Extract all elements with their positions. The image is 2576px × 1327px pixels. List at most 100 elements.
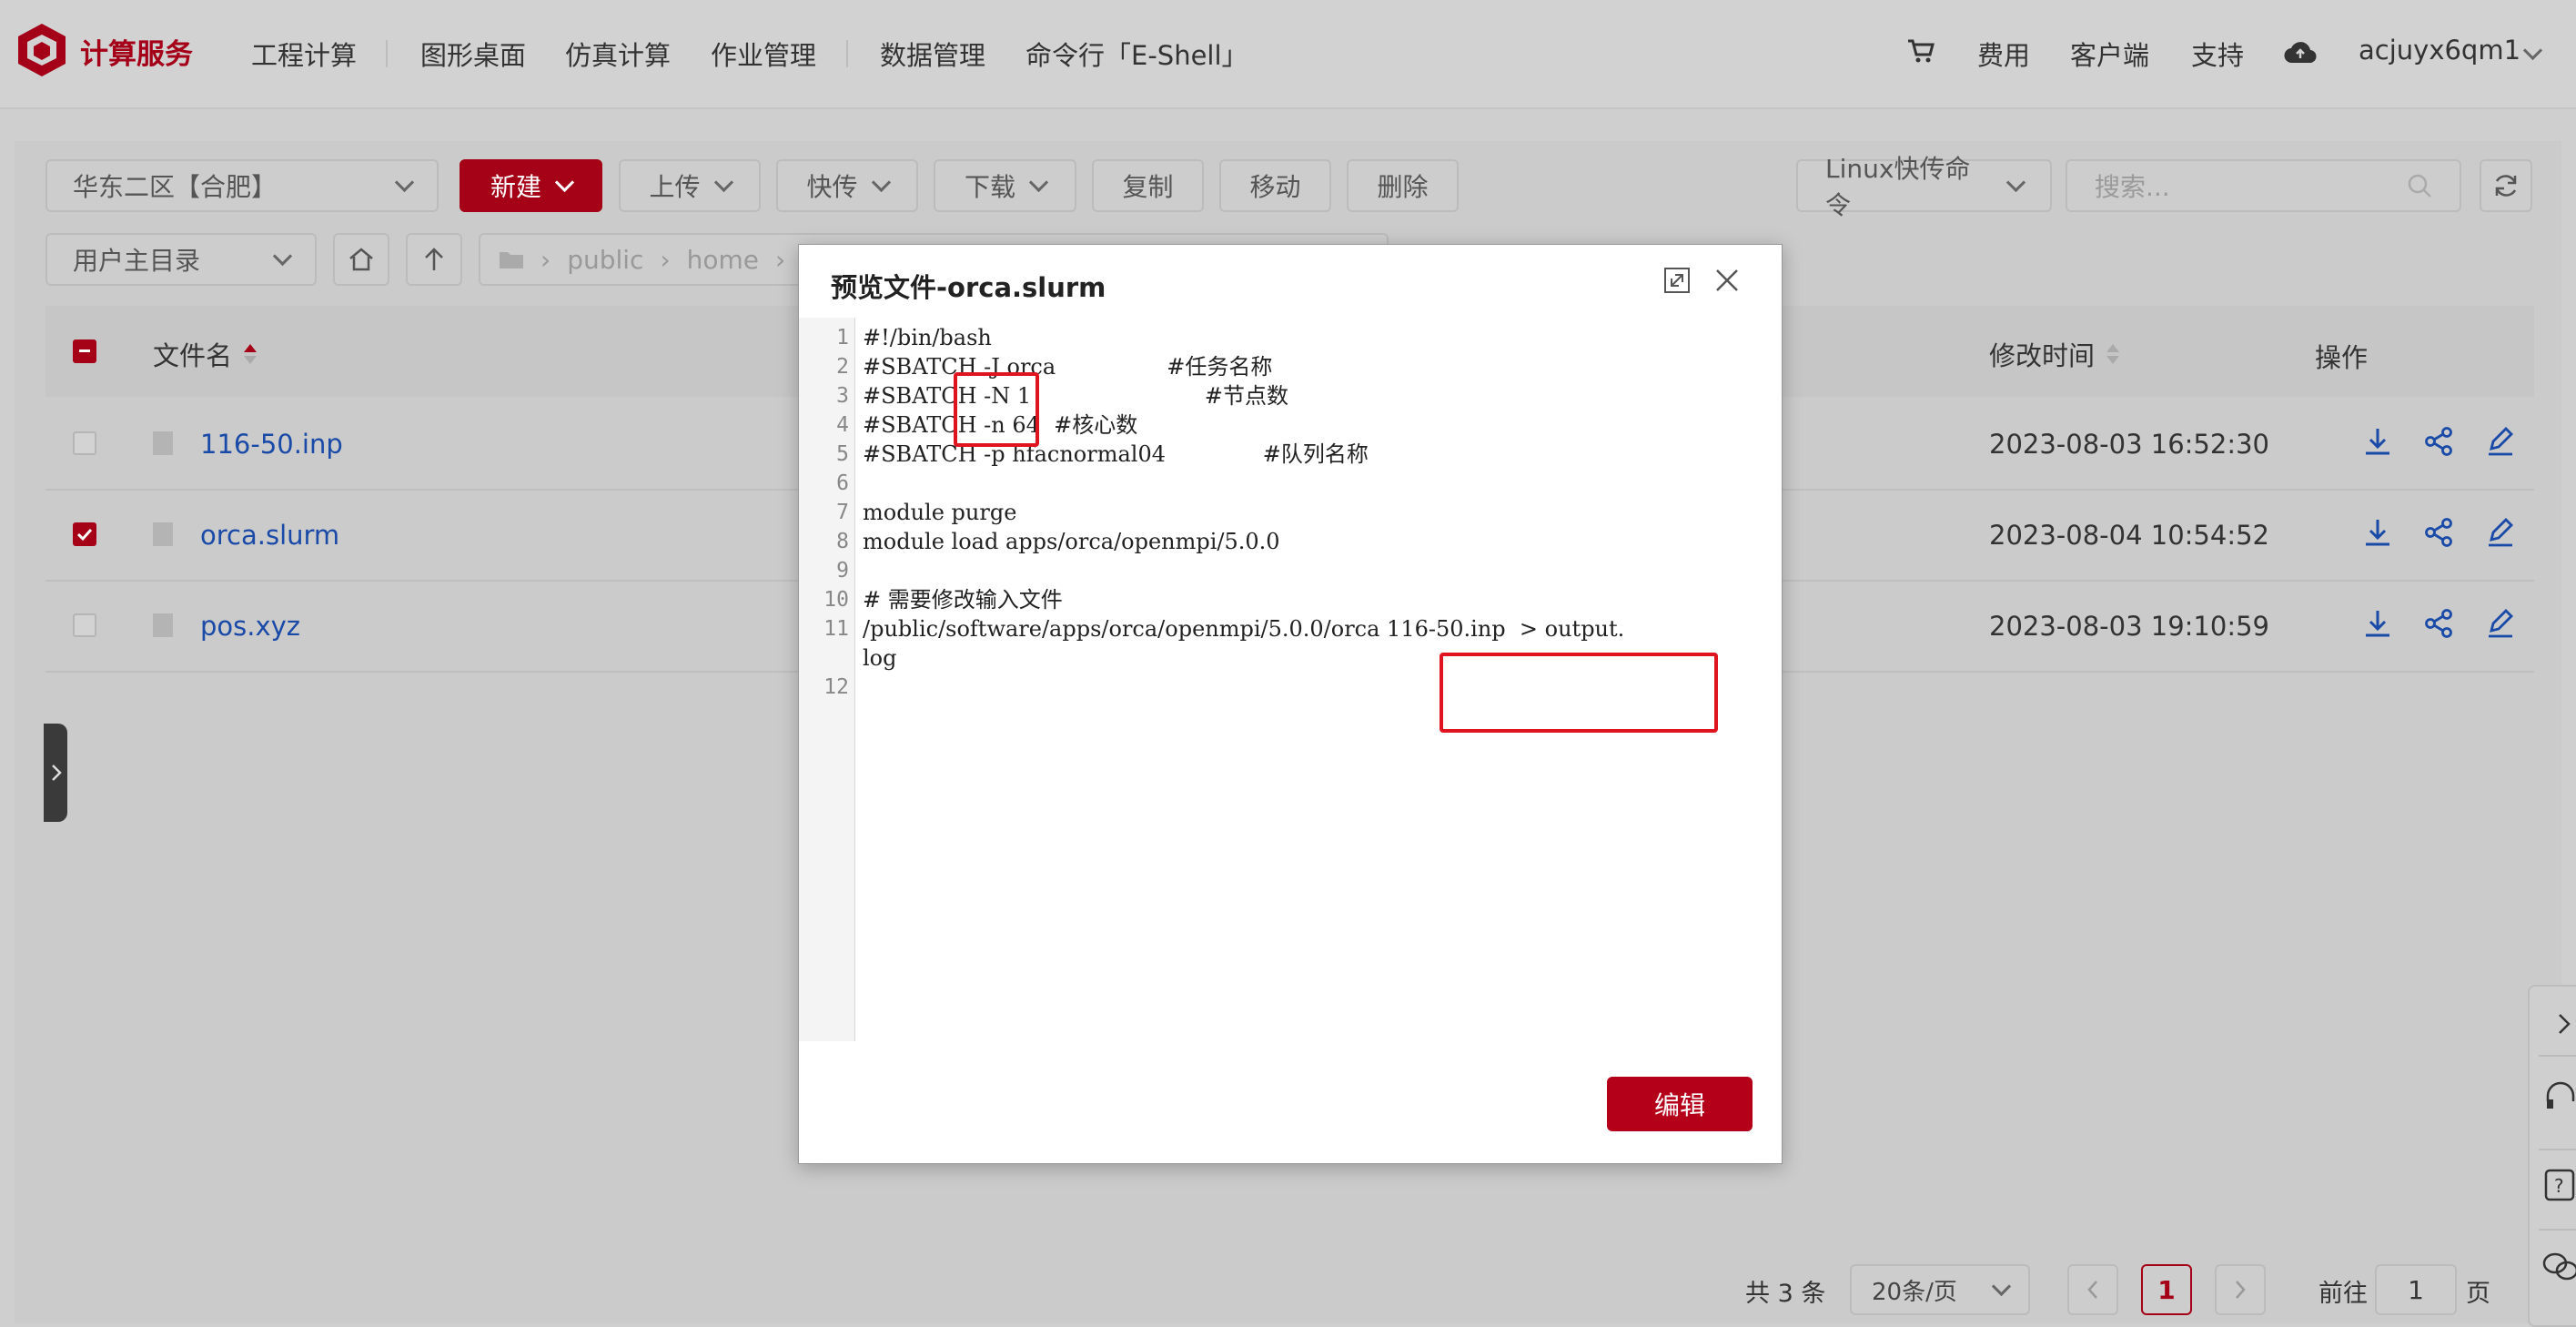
download-icon[interactable] [2361,516,2394,549]
sort-icon[interactable] [241,341,259,367]
row-checkbox[interactable] [73,522,96,546]
column-filename[interactable]: 文件名 [153,335,259,373]
upload-button[interactable]: 上传 [619,159,761,212]
new-label: 新建 [490,172,541,202]
chevron-down-icon [1991,1276,2012,1296]
sort-icon[interactable] [2104,341,2122,367]
chevron-down-icon[interactable] [2522,40,2543,61]
breadcrumb-home[interactable]: home [687,245,759,275]
line-number: 11 [823,617,849,641]
help-icon[interactable]: ? [2544,1169,2576,1201]
code-line: # 需要修改输入文件 [863,587,1063,613]
file-name-link[interactable]: 116-50.inp [200,429,343,460]
file-mtime: 2023-08-04 10:54:52 [1989,520,2269,551]
page-unit-label: 页 [2466,1280,2490,1308]
linux-command-select[interactable]: Linux快传命令 [1796,154,2052,220]
up-directory-button[interactable] [406,233,462,286]
search-input[interactable]: 搜索... [2066,159,2461,212]
share-icon[interactable] [2422,607,2455,640]
breadcrumb-public[interactable]: public [567,245,643,275]
edit-icon[interactable] [2484,425,2517,458]
row-checkbox[interactable] [73,431,96,455]
floating-toolbar: ? [2528,985,2576,1327]
column-mtime-label: 修改时间 [1989,340,2096,371]
copy-button[interactable]: 复制 [1092,159,1204,212]
refresh-icon [2495,175,2517,197]
breadcrumb-separator: › [660,244,671,275]
share-icon[interactable] [2422,425,2455,458]
logo-icon[interactable] [16,22,67,78]
delete-button[interactable]: 删除 [1347,159,1459,212]
edit-button[interactable]: 编辑 [1607,1077,1753,1131]
cloud-upload-icon[interactable] [2284,40,2317,67]
line-number: 3 [836,384,849,408]
maximize-icon[interactable] [1663,267,1691,294]
file-name-link[interactable]: pos.xyz [200,611,300,642]
close-icon[interactable] [1713,267,1741,294]
line-number: 4 [836,413,849,437]
move-button[interactable]: 移动 [1219,159,1331,212]
code-line: module purge [863,500,1017,525]
chevron-down-icon [1028,172,1049,192]
refresh-button[interactable] [2480,159,2532,212]
username[interactable]: acjuyx6qm1 [2359,35,2520,66]
total-count: 共 3 条 [1745,1280,1826,1308]
linux-command-label: Linux快传命令 [1825,154,1971,220]
highlight-input-output [1440,653,1718,733]
arrow-up-icon [425,248,443,270]
share-icon[interactable] [2422,516,2455,549]
nav-divider [846,40,848,67]
fee-link[interactable]: 费用 [1977,35,2030,73]
row-checkbox[interactable] [73,613,96,637]
download-icon[interactable] [2361,607,2394,640]
file-name-link[interactable]: orca.slurm [200,520,339,551]
select-all-checkbox[interactable] [73,339,96,363]
file-preview-modal: 预览文件-orca.slurm 1 2 3 4 5 6 7 8 9 10 11 12 #!/bin/b… [798,244,1783,1164]
client-link[interactable]: 客户端 [2070,35,2149,73]
file-mtime: 2023-08-03 16:52:30 [1989,429,2269,460]
next-page-button[interactable] [2215,1264,2266,1315]
page-size-select[interactable]: 20条/页 [1850,1264,2030,1315]
line-number: 9 [836,559,849,582]
checkmark-icon [76,528,93,542]
nav-data[interactable]: 数据管理 [880,35,985,73]
chevron-down-icon [713,172,733,192]
highlight-node-core-options [954,372,1039,447]
fast-transfer-button[interactable]: 快传 [776,159,918,212]
new-button[interactable]: 新建 [460,159,602,212]
line-number: 6 [836,471,849,495]
edit-icon[interactable] [2484,516,2517,549]
chevron-left-icon [2087,1281,2097,1299]
region-select[interactable]: 华东二区【合肥】 [45,159,439,212]
line-number: 7 [836,501,849,524]
support-link[interactable]: 支持 [2191,35,2244,73]
nav-eshell[interactable]: 命令行「E-Shell」 [1025,35,1248,73]
nav-engineering[interactable]: 工程计算 [251,35,357,73]
nav-desktop[interactable]: 图形桌面 [420,35,526,73]
code-line: #!/bin/bash [863,325,992,350]
nav-simulation[interactable]: 仿真计算 [565,35,671,73]
wechat-icon[interactable] [2542,1251,2576,1283]
home-button[interactable] [333,233,389,286]
download-icon[interactable] [2361,425,2394,458]
page-1-button[interactable]: 1 [2141,1264,2192,1315]
home-directory-select[interactable]: 用户主目录 [45,233,317,286]
download-button[interactable]: 下载 [934,159,1076,212]
logo-text: 计算服务 [80,38,193,71]
breadcrumb-separator: › [775,244,786,275]
sidebar-toggle[interactable] [44,724,67,822]
chevron-right-icon[interactable] [2557,1012,2571,1036]
chevron-right-icon [2236,1281,2246,1299]
goto-page-input[interactable]: 1 [2375,1264,2457,1315]
code-editor[interactable]: 1 2 3 4 5 6 7 8 9 10 11 12 #!/bin/bash #SBATCH -J or… [799,318,1782,1041]
home-directory-label: 用户主目录 [73,246,201,276]
edit-icon[interactable] [2484,607,2517,640]
prev-page-button[interactable] [2067,1264,2118,1315]
line-number: 5 [836,442,849,466]
nav-jobs[interactable]: 作业管理 [711,35,816,73]
cart-icon[interactable] [1907,38,1935,67]
chevron-down-icon [871,172,891,192]
column-mtime[interactable]: 修改时间 [1989,335,2122,373]
chevron-down-icon [554,172,575,192]
headset-icon[interactable] [2544,1081,2576,1114]
